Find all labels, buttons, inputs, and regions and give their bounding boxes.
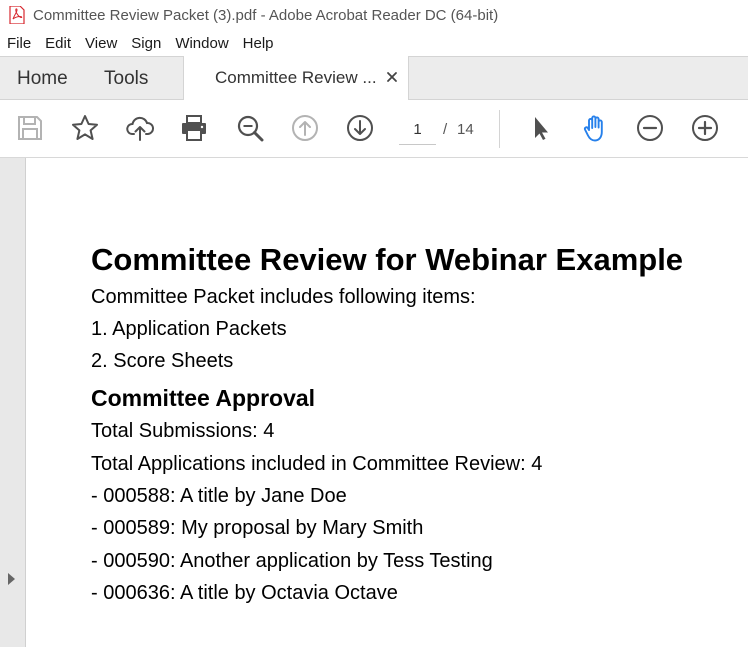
bookmark-button[interactable] (69, 112, 101, 144)
zoom-search-icon (237, 115, 264, 142)
select-cursor-icon (535, 117, 548, 140)
document-intro: Committee Packet includes following item… (91, 286, 476, 308)
upload-button[interactable] (124, 112, 156, 144)
title-bar: Committee Review Packet (3).pdf - Adobe … (0, 0, 748, 30)
zoom-out-icon (637, 115, 663, 141)
print-icon (182, 115, 206, 141)
menu-sign[interactable]: Sign (124, 35, 168, 52)
hand-tool-icon (583, 115, 603, 142)
menu-window[interactable]: Window (168, 35, 235, 52)
application-item: - 000588: A title by Jane Doe (91, 485, 347, 507)
application-item: - 000590: Another application by Tess Te… (91, 550, 493, 572)
save-icon (18, 116, 42, 140)
toolbar (0, 100, 748, 158)
application-item: - 000589: My proposal by Mary Smith (91, 517, 424, 539)
menu-file[interactable]: File (0, 35, 38, 52)
navigation-pane (0, 158, 26, 647)
find-button[interactable] (234, 112, 266, 144)
application-item: - 000636: A title by Octavia Octave (91, 582, 398, 604)
list-item: 1. Application Packets (91, 318, 287, 340)
pdf-icon (9, 6, 25, 24)
toolbar-divider (499, 110, 500, 148)
next-page-button[interactable] (344, 112, 376, 144)
tab-tools[interactable]: Tools (104, 57, 148, 100)
tab-home[interactable]: Home (17, 57, 68, 100)
page-separator: / (443, 121, 448, 138)
total-submissions: Total Submissions: 4 (91, 420, 275, 442)
previous-page-button[interactable] (289, 112, 321, 144)
print-button[interactable] (178, 112, 210, 144)
document-title: Committee Review for Webinar Example (91, 242, 684, 277)
next-page-icon (347, 115, 373, 141)
expand-panel-icon[interactable] (8, 573, 15, 585)
menu-edit[interactable]: Edit (38, 35, 78, 52)
list-item: 2. Score Sheets (91, 350, 234, 372)
bookmark-star-icon (72, 115, 98, 140)
close-icon[interactable] (383, 68, 401, 86)
page-total: 14 (457, 121, 474, 138)
save-button[interactable] (14, 112, 46, 144)
document-page[interactable]: Committee Review for Webinar Example Com… (27, 158, 748, 647)
zoom-out-button[interactable] (634, 112, 666, 144)
menu-bar: File Edit View Sign Window Help (0, 30, 748, 56)
section-heading: Committee Approval (91, 385, 316, 411)
window-title: Committee Review Packet (3).pdf - Adobe … (33, 6, 499, 24)
tab-document[interactable]: Committee Review ... (183, 56, 409, 101)
tab-bar: Home Tools Committee Review ... (0, 56, 748, 101)
menu-view[interactable]: View (78, 35, 124, 52)
select-tool-button[interactable] (524, 112, 556, 144)
total-applications: Total Applications included in Committee… (91, 453, 543, 475)
menu-help[interactable]: Help (236, 35, 281, 52)
page-number-input[interactable]: 1 (399, 116, 436, 145)
upload-cloud-icon (126, 116, 154, 141)
hand-tool-button[interactable] (579, 112, 611, 144)
previous-page-icon (292, 115, 318, 141)
zoom-in-icon (692, 115, 718, 141)
zoom-in-button[interactable] (689, 112, 721, 144)
document-tab-label: Committee Review ... (215, 68, 377, 87)
